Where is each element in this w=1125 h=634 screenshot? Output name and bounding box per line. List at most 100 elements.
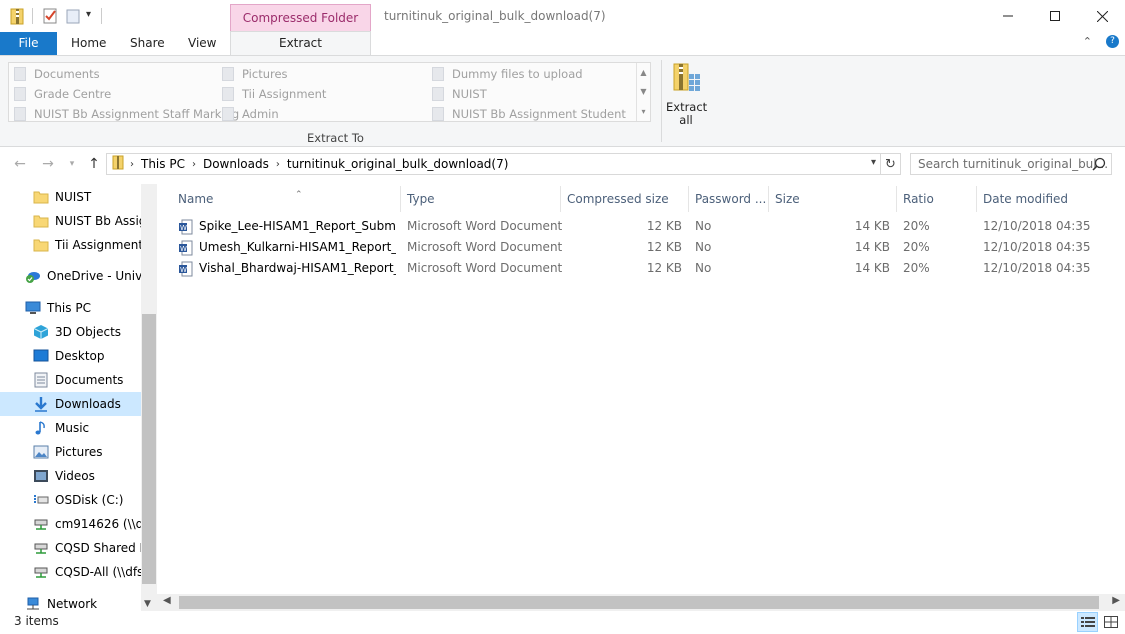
column-header-size[interactable]: Size bbox=[769, 186, 897, 212]
svg-text:W: W bbox=[180, 266, 187, 274]
nav-item-music[interactable]: Music bbox=[0, 416, 141, 440]
nav-item-network[interactable]: Network bbox=[0, 592, 141, 612]
table-row[interactable]: W Umesh_Kulkarni-HISAM1_Report_S... Micr… bbox=[174, 237, 1094, 258]
column-header-password[interactable]: Password ... bbox=[689, 186, 769, 212]
help-icon[interactable]: ? bbox=[1106, 35, 1119, 48]
nav-item-3d-objects[interactable]: 3D Objects bbox=[0, 320, 141, 344]
column-header-compressed-size[interactable]: Compressed size bbox=[561, 186, 689, 212]
network-drive-icon bbox=[33, 540, 49, 556]
gallery-item-documents[interactable]: Documents bbox=[14, 65, 100, 83]
nav-item-cm914626[interactable]: cm914626 (\\dfs bbox=[0, 512, 141, 536]
nav-item-tii-assignment[interactable]: Tii Assignment bbox=[0, 233, 141, 257]
gallery-scroll[interactable]: ▲ ▼ ▾ bbox=[636, 63, 650, 121]
tab-file[interactable]: File bbox=[0, 32, 57, 55]
network-drive-icon bbox=[33, 516, 49, 532]
properties-icon[interactable] bbox=[42, 7, 58, 25]
nav-item-downloads[interactable]: Downloads bbox=[0, 392, 141, 416]
address-bar[interactable]: › This PC › Downloads › turnitinuk_origi… bbox=[106, 153, 881, 175]
nav-item-osdisk[interactable]: OSDisk (C:) bbox=[0, 488, 141, 512]
column-header-date-modified[interactable]: Date modified bbox=[977, 186, 1107, 212]
gallery-item-nuist-staff-marking[interactable]: NUIST Bb Assignment Staff Marking bbox=[14, 105, 239, 123]
search-input[interactable]: Search turnitinuk_original_bul... bbox=[910, 153, 1112, 175]
gallery-item-dummy-files[interactable]: Dummy files to upload bbox=[432, 65, 583, 83]
zip-folder-icon[interactable] bbox=[10, 7, 26, 25]
nav-item-onedrive[interactable]: OneDrive - Univer bbox=[0, 264, 141, 288]
back-button[interactable]: ← bbox=[10, 154, 30, 174]
details-view-button[interactable] bbox=[1077, 612, 1098, 632]
folder-icon bbox=[432, 87, 444, 101]
customize-qat-icon[interactable]: ▾ bbox=[86, 9, 91, 20]
scroll-right-icon[interactable]: ▶ bbox=[1112, 595, 1120, 606]
tab-home[interactable]: Home bbox=[71, 32, 106, 55]
breadcrumb-separator-icon[interactable]: › bbox=[276, 159, 280, 170]
forward-button[interactable]: → bbox=[38, 154, 58, 174]
large-icons-view-button[interactable] bbox=[1100, 612, 1121, 632]
search-icon[interactable] bbox=[1092, 157, 1106, 174]
scroll-thumb[interactable] bbox=[179, 596, 1099, 609]
column-header-ratio[interactable]: Ratio bbox=[897, 186, 977, 212]
close-button[interactable] bbox=[1079, 0, 1125, 32]
nav-item-documents[interactable]: Documents bbox=[0, 368, 141, 392]
table-row[interactable]: W Spike_Lee-HISAM1_Report_Submis... Micr… bbox=[174, 216, 1094, 237]
file-name-cell[interactable]: W Umesh_Kulkarni-HISAM1_Report_S... bbox=[179, 237, 396, 258]
gallery-item-grade-centre[interactable]: Grade Centre bbox=[14, 85, 111, 103]
nav-item-nuist-bb-assignment[interactable]: NUIST Bb Assignme bbox=[0, 209, 141, 233]
new-folder-icon[interactable] bbox=[65, 7, 81, 25]
horizontal-scrollbar[interactable]: ◀ ▶ bbox=[157, 594, 1125, 611]
breadcrumb-downloads[interactable]: Downloads bbox=[203, 157, 269, 171]
address-dropdown-icon[interactable]: ▾ bbox=[871, 157, 876, 168]
navigation-scrollbar[interactable]: ▼ bbox=[141, 184, 157, 612]
recent-locations-button[interactable]: ▾ bbox=[62, 154, 82, 174]
breadcrumb-current-folder[interactable]: turnitinuk_original_bulk_download(7) bbox=[287, 157, 509, 171]
gallery-item-pictures[interactable]: Pictures bbox=[222, 65, 288, 83]
compressed-size-cell: 12 KB bbox=[646, 219, 682, 233]
column-header-name[interactable]: ⌃ Name bbox=[172, 186, 401, 212]
expand-gallery-icon[interactable]: ▾ bbox=[641, 107, 645, 116]
status-bar: 3 items bbox=[0, 611, 1125, 634]
file-name-cell[interactable]: W Spike_Lee-HISAM1_Report_Submis... bbox=[179, 216, 396, 237]
qat-divider bbox=[32, 8, 33, 24]
refresh-button[interactable]: ↻ bbox=[881, 153, 901, 175]
nav-item-cqsd-shared[interactable]: CQSD Shared Dr bbox=[0, 536, 141, 560]
folder-icon bbox=[33, 189, 49, 205]
tab-view[interactable]: View bbox=[188, 32, 216, 55]
nav-item-videos[interactable]: Videos bbox=[0, 464, 141, 488]
qat-divider bbox=[101, 8, 102, 24]
gallery-item-admin[interactable]: Admin bbox=[222, 105, 279, 123]
gallery-item-nuist-student[interactable]: NUIST Bb Assignment Student bbox=[432, 105, 626, 123]
gallery-item-nuist[interactable]: NUIST bbox=[432, 85, 487, 103]
nav-item-desktop[interactable]: Desktop bbox=[0, 344, 141, 368]
size-cell: 14 KB bbox=[854, 219, 890, 233]
documents-icon bbox=[33, 372, 49, 388]
folder-icon bbox=[33, 237, 49, 253]
nav-item-this-pc[interactable]: This PC bbox=[0, 296, 141, 320]
word-document-icon: W bbox=[179, 219, 193, 235]
minimize-button[interactable] bbox=[985, 0, 1031, 32]
up-button[interactable]: ↑ bbox=[84, 154, 104, 174]
scroll-down-icon[interactable]: ▼ bbox=[640, 87, 646, 96]
scroll-thumb[interactable] bbox=[142, 314, 156, 584]
extract-to-group-label: Extract To bbox=[307, 131, 364, 145]
breadcrumb-separator-icon[interactable]: › bbox=[192, 159, 196, 170]
extract-all-button[interactable]: Extract all bbox=[666, 62, 707, 132]
column-header-type[interactable]: Type bbox=[401, 186, 561, 212]
nav-item-cqsd-all[interactable]: CQSD-All (\\dfs. bbox=[0, 560, 141, 584]
collapse-ribbon-icon[interactable]: ⌃ bbox=[1083, 35, 1092, 48]
file-name-cell[interactable]: W Vishal_Bhardwaj-HISAM1_Report_S... bbox=[179, 258, 396, 279]
table-row[interactable]: W Vishal_Bhardwaj-HISAM1_Report_S... Mic… bbox=[174, 258, 1094, 279]
nav-item-pictures[interactable]: Pictures bbox=[0, 440, 141, 464]
breadcrumb-separator-icon[interactable]: › bbox=[130, 159, 134, 170]
nav-item-nuist[interactable]: NUIST bbox=[0, 185, 141, 209]
maximize-button[interactable] bbox=[1032, 0, 1078, 32]
view-switcher bbox=[1077, 612, 1121, 632]
scroll-down-icon[interactable]: ▼ bbox=[144, 599, 151, 609]
scroll-up-icon[interactable]: ▲ bbox=[640, 68, 646, 77]
pictures-folder-icon bbox=[222, 67, 234, 81]
compressed-size-cell: 12 KB bbox=[646, 261, 682, 275]
tab-extract[interactable]: Extract bbox=[230, 31, 371, 56]
videos-icon bbox=[33, 468, 49, 484]
tab-share[interactable]: Share bbox=[130, 32, 165, 55]
scroll-left-icon[interactable]: ◀ bbox=[163, 595, 171, 606]
breadcrumb-this-pc[interactable]: This PC bbox=[141, 157, 185, 171]
gallery-item-tii-assignment[interactable]: Tii Assignment bbox=[222, 85, 326, 103]
